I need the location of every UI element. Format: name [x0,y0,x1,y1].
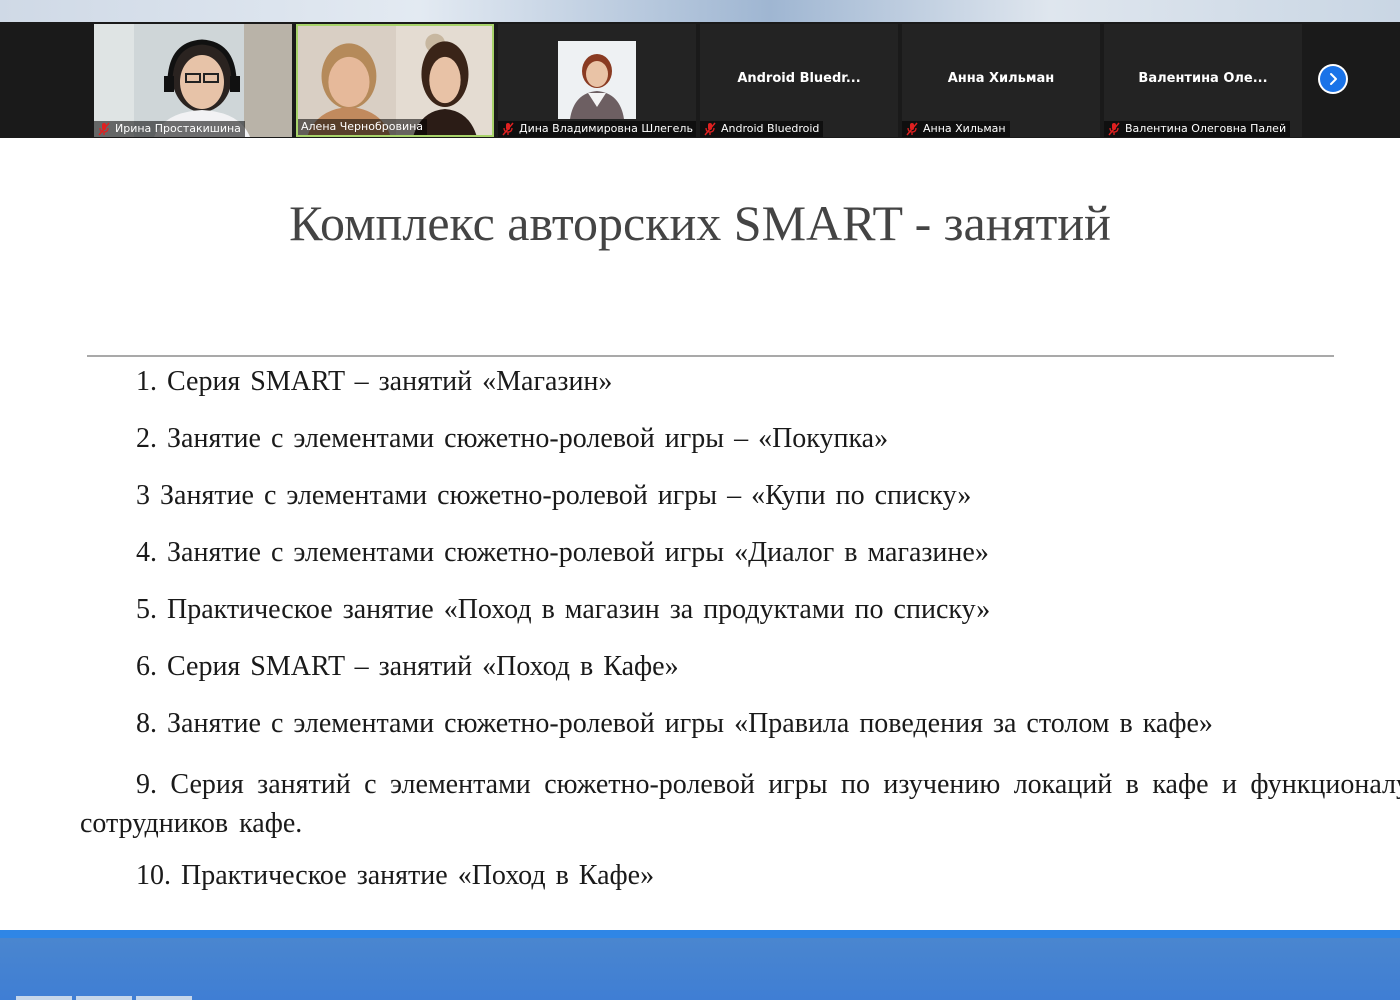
slide-title: Комплекс авторских SMART - занятий [289,195,1111,251]
slide-divider [87,355,1334,357]
slide-list-item: 4. Занятие с элементами сюжетно-ролевой … [136,537,989,568]
window-bottom-border [0,930,1400,938]
chevron-right-icon [1330,73,1337,85]
participant-name-label: Android Bluedroid [700,121,824,137]
participant-name-label: Алена Чернобровина [298,119,428,135]
mic-muted-icon [502,122,514,136]
participant-tile[interactable]: Анна Хильман Анна Хильман [902,24,1100,137]
participant-name: Валентина Олеговна Палей [1125,122,1287,135]
participant-tile-active[interactable]: Алена Чернобровина [296,24,494,137]
participant-display-name: Android Bluedr... [737,71,861,86]
slide-list-item: 5. Практическое занятие «Поход в магазин… [136,594,991,625]
mic-muted-icon [704,122,716,136]
participant-display-name: Валентина Оле... [1138,71,1268,86]
participant-name: Алена Чернобровина [301,120,424,133]
participant-name-label: Анна Хильман [902,121,1010,137]
participant-name: Ирина Простакишина [115,122,241,135]
taskbar-button[interactable] [136,996,192,1000]
taskbar-button[interactable] [76,996,132,1000]
slide-list-item: 8. Занятие с элементами сюжетно-ролевой … [136,708,1213,739]
participant-avatar [558,41,636,119]
desktop-window-edge [0,0,1400,22]
participant-tile[interactable]: Android Bluedr... Android Bluedroid [700,24,898,137]
slide-list-item: 6. Серия SMART – занятий «Поход в Кафе» [136,651,679,682]
slide-list-item: 1. Серия SMART – занятий «Магазин» [136,366,613,397]
slide-list-item: 2. Занятие с элементами сюжетно-ролевой … [136,423,889,454]
participant-name-label: Ирина Простакишина [94,121,245,137]
participant-display-name: Анна Хильман [947,71,1055,86]
slide-list-item: 3 Занятие с элементами сюжетно-ролевой и… [136,480,972,511]
participant-name: Дина Владимировна Шлегель [519,122,693,135]
slide-list-item: 10. Практическое занятие «Поход в Кафе» [136,860,655,891]
mic-muted-icon [1108,122,1120,136]
taskbar-button[interactable] [16,996,72,1000]
shared-screen-slide: Комплекс авторских SMART - занятий 1. Се… [0,138,1400,930]
mic-muted-icon [98,122,110,136]
participant-tile[interactable]: Валентина Оле... Валентина Олеговна Пале… [1104,24,1302,137]
slide-list-item: 9. Серия занятий с элементами сюжетно-ро… [80,769,1400,839]
participant-strip: Ирина Простакишина Алена Чернобровина Ди… [0,22,1400,138]
participant-tile[interactable]: Дина Владимировна Шлегель [498,24,696,137]
participant-name: Android Bluedroid [721,122,820,135]
participant-name-label: Валентина Олеговна Палей [1104,121,1291,137]
participant-name-label: Дина Владимировна Шлегель [498,121,696,137]
mic-muted-icon [906,122,918,136]
participant-tile[interactable]: Ирина Простакишина [94,24,292,137]
taskbar [0,938,1400,1000]
participant-name: Анна Хильман [923,122,1006,135]
next-participants-button[interactable] [1318,64,1348,94]
